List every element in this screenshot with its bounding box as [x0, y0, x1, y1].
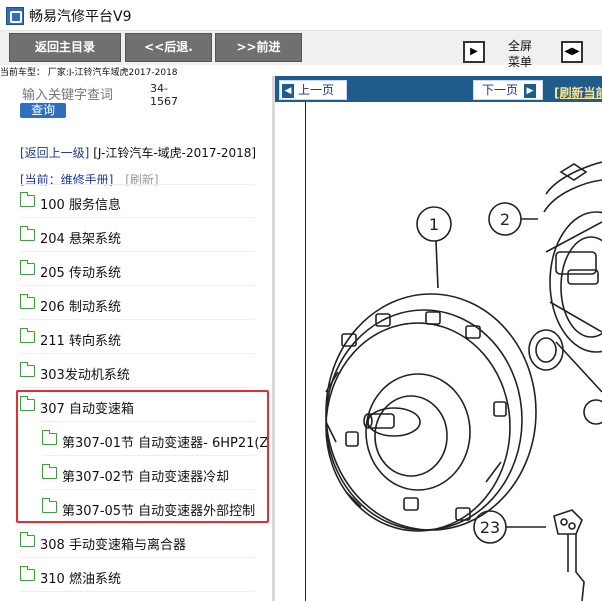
search-input[interactable]: 输入关键字查词 — [22, 84, 113, 103]
folder-icon — [20, 362, 35, 377]
app-icon — [6, 7, 24, 25]
prev-page-button[interactable]: ◀ 上一页 — [279, 80, 347, 100]
arrow-right-icon: ▶ — [524, 83, 537, 98]
search-button[interactable]: 查询 — [20, 103, 66, 118]
fullscreen-label-line2: 菜单 — [507, 55, 532, 69]
diagram-image: 1 2 23 — [325, 161, 602, 601]
divider — [20, 251, 255, 252]
folder-icon — [20, 294, 35, 309]
arrow-left-icon: ◀ — [282, 83, 294, 98]
tree-item-310[interactable]: 310 燃油系统 — [20, 565, 260, 587]
folder-icon — [20, 226, 35, 241]
divider — [20, 387, 255, 388]
breadcrumb-current: [J-江铃汽车-域虎-2017-2018] — [93, 146, 257, 160]
tree-item-label: 100 服务信息 — [40, 198, 121, 213]
divider — [20, 591, 255, 592]
toolbar: 返回主目录 <<后退. >>前进 ▶ 全屏 菜单 ◀▶ — [0, 31, 602, 69]
divider — [20, 285, 255, 286]
tree-item-204[interactable]: 204 悬架系统 — [20, 225, 260, 247]
home-button[interactable]: 返回主目录 — [9, 33, 121, 62]
tree-item-label: 204 悬架系统 — [40, 232, 121, 247]
next-page-button[interactable]: 下一页 ▶ — [473, 80, 543, 100]
breadcrumb: [返回上一级] [J-江铃汽车-域虎-2017-2018] — [20, 147, 260, 159]
toggle-panel-button[interactable]: ▶ — [463, 41, 485, 63]
tree-item-label: 308 手动变速箱与离合器 — [40, 538, 186, 553]
seal-ring-drawing — [528, 329, 564, 371]
divider — [20, 319, 255, 320]
expand-icon: ◀▶ — [564, 46, 580, 57]
folder-icon — [20, 192, 35, 207]
back-button[interactable]: <<后退. — [125, 33, 212, 62]
divider — [20, 353, 255, 354]
fullscreen-button[interactable]: ◀▶ — [561, 41, 583, 63]
folder-icon — [20, 566, 35, 581]
fullscreen-label: 全屏 菜单 — [500, 38, 540, 70]
tree-item-205[interactable]: 205 传动系统 — [20, 259, 260, 281]
search-count-line1: 34- — [150, 82, 168, 95]
search-count: 34- 1567 — [150, 82, 190, 108]
bracket-drawing — [553, 399, 602, 601]
callout-23-label: 23 — [480, 518, 500, 537]
search-count-line2: 1567 — [150, 95, 178, 108]
folder-icon — [20, 328, 35, 343]
tree-item-211[interactable]: 211 转向系统 — [20, 327, 260, 349]
divider — [20, 184, 255, 185]
tree-item-label: 205 传动系统 — [40, 266, 121, 281]
fullscreen-label-line1: 全屏 — [507, 39, 532, 53]
tree-item-206[interactable]: 206 制动系统 — [20, 293, 260, 315]
pump-assembly-drawing — [543, 161, 602, 393]
title-bar: 畅易汽修平台V9 — [0, 0, 602, 31]
forward-button[interactable]: >>前进 — [215, 33, 302, 62]
prev-page-label: 上一页 — [298, 83, 335, 97]
window-title: 畅易汽修平台V9 — [29, 9, 132, 25]
torque-converter-drawing — [325, 293, 537, 532]
highlight-box — [16, 390, 269, 523]
arrow-right-icon: ▶ — [470, 46, 478, 57]
callout-2 — [488, 202, 538, 236]
current-location: [当前：维修手册] [刷新] — [20, 171, 159, 188]
callout-2-label: 2 — [500, 210, 510, 229]
divider — [20, 217, 255, 218]
refresh-current-link[interactable]: [刷新当前 — [554, 84, 602, 101]
tree-item-label: 206 制动系统 — [40, 300, 121, 315]
divider — [20, 557, 255, 558]
tree-item-label: 310 燃油系统 — [40, 572, 121, 587]
back-up-link[interactable]: [返回上一级] — [20, 146, 89, 160]
tree-item-label: 211 转向系统 — [40, 334, 121, 349]
next-page-label: 下一页 — [482, 83, 519, 97]
folder-icon — [20, 260, 35, 275]
tree-item-label: 303发动机系统 — [40, 368, 130, 383]
folder-icon — [20, 532, 35, 547]
tree-item-100[interactable]: 100 服务信息 — [20, 191, 260, 213]
tree-item-303[interactable]: 303发动机系统 — [20, 361, 260, 383]
callout-1-label: 1 — [429, 215, 439, 234]
tree-item-308[interactable]: 308 手动变速箱与离合器 — [20, 531, 260, 553]
divider — [20, 523, 255, 524]
